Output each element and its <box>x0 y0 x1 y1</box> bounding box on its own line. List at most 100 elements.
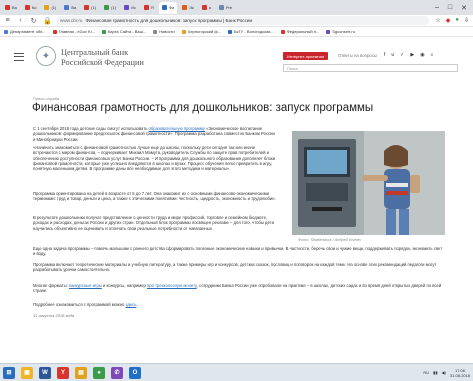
child-at-atm-photo <box>292 131 445 235</box>
browser-tab[interactable]: Ва <box>61 2 79 14</box>
bookmark-item[interactable]: Федеральный п... <box>280 29 319 34</box>
site-search-icon[interactable]: ⌕ <box>431 52 434 58</box>
article-paragraph-7: Многие форматы: конкурсные игры и конкур… <box>33 283 443 294</box>
publication-date: 31 августа 2018 года <box>33 313 75 318</box>
vk-icon[interactable]: ʋ <box>391 52 394 58</box>
browser-tab[interactable]: Эк <box>179 2 197 14</box>
bookmark-item[interactable]: Черногорский ф... <box>181 29 221 34</box>
bookmark-label: Черногорский ф... <box>187 29 221 34</box>
chrome-icon[interactable]: ● <box>93 366 105 379</box>
extension-icon[interactable]: ● <box>455 17 459 24</box>
address-bar: ≡ ‹ ↻ 🔒 www.cbr.ru Финансовая грамотност… <box>0 15 473 27</box>
system-tray: RU ▮▮ ◀) 17:06 31.08.2018 <box>423 368 470 378</box>
close-icon[interactable]: ✕ <box>461 4 467 12</box>
lock-icon: 🔒 <box>43 17 52 25</box>
bookmark-item[interactable]: Sgconsert.ru <box>326 29 355 34</box>
bookmark-item[interactable]: БкТУ - Вологодская... <box>227 29 274 34</box>
browser-tab[interactable]: Ва <box>2 2 20 14</box>
article-paragraph-4: В результате дошкольники получат предста… <box>33 215 274 231</box>
bookmark-label: Карта Сайта - Ваш... <box>107 29 147 34</box>
volume-icon[interactable]: ◀) <box>442 370 446 375</box>
games-link[interactable]: конкурсные игры <box>69 283 102 288</box>
tab-label: (1) <box>51 5 57 10</box>
article-paragraph-2: «Начинать знакомиться с финансовой грамо… <box>33 145 276 172</box>
text-span: Многие форматы: <box>33 283 69 288</box>
clock[interactable]: 17:06 31.08.2018 <box>450 368 470 378</box>
files-icon[interactable]: ▤ <box>75 366 87 379</box>
download-icon[interactable]: ⇩ <box>464 17 469 24</box>
start-icon[interactable]: ⊞ <box>3 366 15 379</box>
tab-label: я <box>208 5 211 10</box>
back-icon[interactable]: ‹ <box>17 17 24 24</box>
bookmark-item[interactable]: Главная - eGov Ki... <box>52 29 95 34</box>
network-icon[interactable]: ▮▮ <box>433 370 437 375</box>
browser-tab[interactable]: Ко <box>22 2 40 14</box>
browser-tab[interactable]: Pre <box>216 2 235 14</box>
tab-favicon-icon <box>182 5 188 10</box>
bank-name-line1: Центральный банк <box>61 48 129 57</box>
bookmark-label: Sgconsert.ru <box>332 29 355 34</box>
tab-favicon-icon <box>84 5 90 10</box>
maximize-icon[interactable]: □ <box>448 4 452 12</box>
browser-tab[interactable]: Фи <box>158 1 178 14</box>
article-paragraph-6: Программа включает теоретические материа… <box>33 262 437 273</box>
bookmark-star-icon[interactable]: ☆ <box>435 17 440 24</box>
tab-favicon-icon <box>201 5 207 10</box>
browser-tab[interactable]: (1) <box>41 2 59 14</box>
bookmark-favicon-icon <box>4 29 8 34</box>
explorer-icon[interactable]: ▣ <box>21 366 33 379</box>
rss-icon[interactable]: ◉ <box>420 52 424 58</box>
hamburger-menu-icon[interactable] <box>14 53 24 61</box>
program-details-link[interactable]: здесь <box>126 302 137 307</box>
bookmark-item[interactable]: Карта Сайта - Ваш... <box>101 29 147 34</box>
article-paragraph-8: Подробнее ознакомиться с программой можн… <box>33 302 443 307</box>
photo-caption: Фото: Shutterstock / Андрей Kiselev <box>298 238 362 242</box>
tab-label: (1) <box>111 5 117 10</box>
menu-icon[interactable]: ≡ <box>4 17 11 24</box>
browser-tab[interactable]: Ис <box>121 2 139 14</box>
word-icon[interactable]: W <box>39 366 51 379</box>
faq-link[interactable]: Ответы на вопросы <box>338 53 377 58</box>
text-span: С 1 сентября 2018 года детские сады смог… <box>33 126 149 131</box>
refresh-icon[interactable]: ↻ <box>30 17 37 25</box>
browser-tab[interactable]: Я <box>141 2 157 14</box>
viber-icon[interactable]: ✆ <box>111 366 123 379</box>
twitter-icon[interactable]: ✓ <box>400 52 404 58</box>
bank-name-line2: Российской Федерации <box>61 57 144 67</box>
bank-emblem-icon[interactable]: ✦ <box>36 46 56 66</box>
browser-tab-strip: Ва Ко (1) Ва (1) (1) Ис Я Фи Эк я Pre – □ ✕ <box>0 0 473 15</box>
bookmark-item[interactable]: Департамент обл... <box>4 29 46 34</box>
program-link[interactable]: образовательную программу <box>149 126 205 131</box>
browser-tab[interactable]: (1) <box>101 2 119 14</box>
bookmark-label: БкТУ - Вологодская... <box>233 29 274 34</box>
reception-button[interactable]: Интернет-приемная <box>283 52 328 60</box>
bookmark-item[interactable]: Новости <box>153 29 175 34</box>
bookmark-label: Новости <box>159 29 175 34</box>
section-label[interactable]: Пресс-служба <box>33 96 59 101</box>
article-photo <box>292 131 445 235</box>
bookmark-favicon-icon <box>52 29 57 34</box>
outlook-icon[interactable]: O <box>129 366 141 379</box>
tab-favicon-icon <box>161 5 167 10</box>
yandex-browser-icon[interactable]: Y <box>57 366 69 379</box>
minimize-icon[interactable]: – <box>435 4 439 12</box>
facebook-icon[interactable]: f <box>384 52 385 58</box>
shield-icon[interactable]: ◆ <box>446 17 451 24</box>
bookmark-favicon-icon <box>280 29 285 34</box>
search-input[interactable]: Поиск <box>283 64 458 72</box>
taskbar: ⊞ ▣ W Y ▤ ● ✆ O RU ▮▮ ◀) 17:06 31.08.2018 <box>0 363 473 381</box>
tab-label: Эк <box>189 5 194 10</box>
bookmark-favicon-icon <box>101 29 106 34</box>
coin-contest-link[interactable]: про трехколесную монету <box>147 283 197 288</box>
site-header: ✦ Центральный банк Российской Федерации … <box>0 38 473 78</box>
bookmarks-bar: Департамент обл... Главная - eGov Ki... Ка… <box>0 27 473 37</box>
bookmark-label: Департамент обл... <box>10 29 46 34</box>
youtube-icon[interactable]: ▶ <box>410 52 414 58</box>
language-indicator[interactable]: RU <box>423 370 429 375</box>
clock-date: 31.08.2018 <box>449 372 470 378</box>
browser-tab[interactable]: я <box>199 2 214 14</box>
tab-label: Я <box>150 5 154 10</box>
browser-tab[interactable]: (1) <box>81 2 99 14</box>
url-field[interactable]: www.cbr.ru Финансовая грамотность для до… <box>56 16 430 25</box>
bank-name[interactable]: Центральный банк Российской Федерации <box>61 48 144 67</box>
